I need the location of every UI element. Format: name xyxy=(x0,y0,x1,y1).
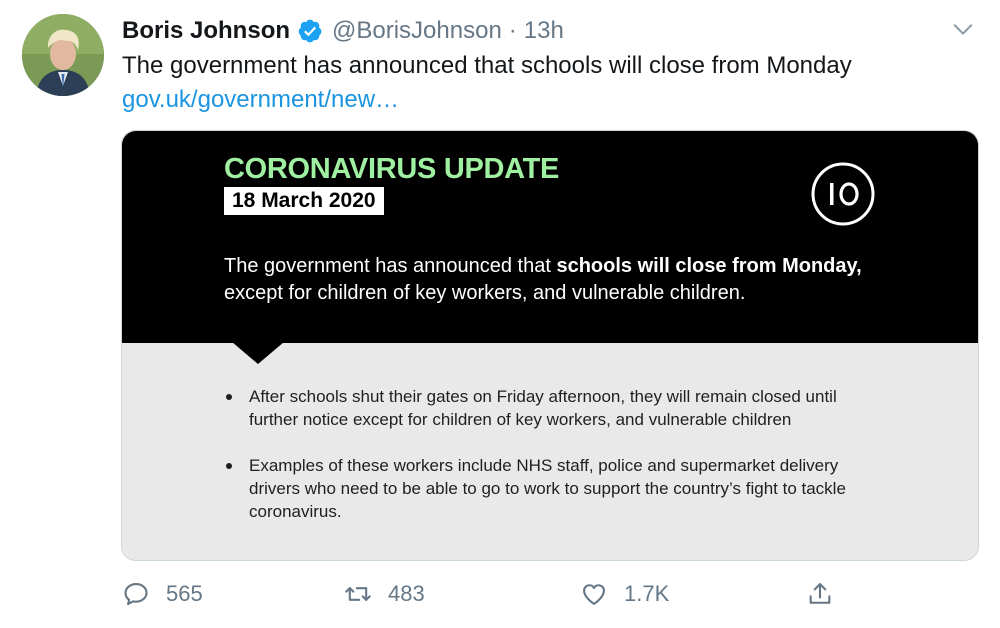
intro-text-part: except for children of key workers, and … xyxy=(224,282,746,304)
display-name[interactable]: Boris Johnson xyxy=(122,17,290,45)
reply-count: 565 xyxy=(166,581,203,606)
user-handle[interactable]: @BorisJohnson xyxy=(332,17,502,45)
speech-pointer xyxy=(232,342,284,364)
like-count: 1.7K xyxy=(624,581,670,606)
heart-icon xyxy=(583,584,605,605)
avatar[interactable] xyxy=(22,14,104,96)
retweet-button[interactable]: 483 xyxy=(344,574,425,614)
intro-text-bold: schools will close from Monday, xyxy=(556,255,862,277)
retweet-count: 483 xyxy=(388,581,425,606)
share-icon xyxy=(809,583,831,604)
card-intro-text: The government has announced that school… xyxy=(224,253,924,307)
list-item: After schools shut their gates on Friday… xyxy=(222,385,872,431)
bullet-icon xyxy=(226,394,232,400)
image-card[interactable]: CORONAVIRUS UPDATE 18 March 2020 The gov… xyxy=(121,130,979,561)
card-date: 18 March 2020 xyxy=(224,187,384,215)
number-10-logo-icon xyxy=(811,162,875,226)
tweet-link[interactable]: gov.uk/government/new… xyxy=(122,84,399,116)
reply-icon xyxy=(124,583,148,606)
bullet-text: Examples of these workers include NHS st… xyxy=(249,456,846,521)
tweet-actions: 565 483 1.7K xyxy=(122,574,842,614)
retweet-icon xyxy=(345,587,371,601)
list-item: Examples of these workers include NHS st… xyxy=(222,454,872,523)
verified-badge-icon xyxy=(298,19,322,43)
like-button[interactable]: 1.7K xyxy=(580,574,669,614)
chevron-down-icon[interactable] xyxy=(952,18,974,40)
tweet[interactable]: Boris Johnson @BorisJohnson · 13h The go… xyxy=(0,0,1000,628)
share-button[interactable] xyxy=(806,574,834,614)
card-bullet-list: After schools shut their gates on Friday… xyxy=(222,385,872,546)
timestamp[interactable]: 13h xyxy=(524,17,564,45)
tweet-text: The government has announced that school… xyxy=(122,52,852,79)
separator-dot: · xyxy=(508,17,517,44)
intro-text-part: The government has announced that xyxy=(224,255,557,277)
tweet-header: Boris Johnson @BorisJohnson · 13h xyxy=(122,14,564,48)
reply-button[interactable]: 565 xyxy=(122,574,203,614)
bullet-text: After schools shut their gates on Friday… xyxy=(249,387,837,429)
card-title: CORONAVIRUS UPDATE xyxy=(224,153,560,185)
bullet-icon xyxy=(226,463,232,469)
